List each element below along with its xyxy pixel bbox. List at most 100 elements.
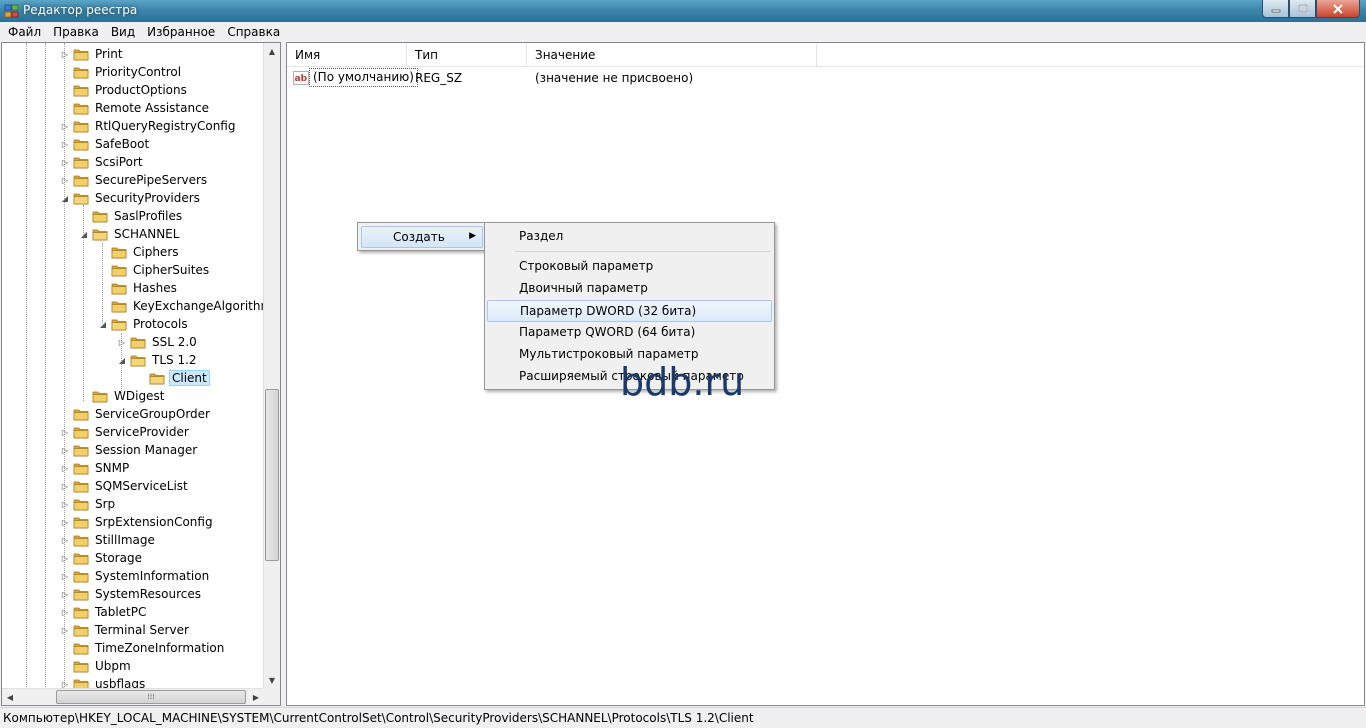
value-name[interactable]: (По умолчанию) <box>309 68 418 87</box>
column-value-header[interactable]: Значение <box>527 43 817 67</box>
tree-item[interactable]: Remote Assistance <box>60 99 211 117</box>
close-button[interactable] <box>1316 0 1360 18</box>
tree-item[interactable]: ▷ SSL 2.0 <box>117 333 199 351</box>
menu-view[interactable]: Вид <box>105 22 141 42</box>
menu-file[interactable]: Файл <box>2 22 47 42</box>
maximize-button[interactable] <box>1289 0 1316 18</box>
submenu-item-label: Мультистроковый параметр <box>519 347 699 361</box>
tree-item-label: ProductOptions <box>95 83 187 97</box>
tree-item[interactable]: PriorityControl <box>60 63 183 81</box>
expand-arrow-icon[interactable]: ▷ <box>60 445 70 455</box>
tree-item-label: Storage <box>95 551 142 565</box>
tree-horizontal-scrollbar[interactable]: ◀ ⁞⁞⁞ ▶ <box>2 688 264 705</box>
tree-item[interactable]: Ciphers <box>98 243 181 261</box>
expand-arrow-icon[interactable]: ▷ <box>60 49 70 59</box>
expand-arrow-icon[interactable]: ▷ <box>60 535 70 545</box>
submenu-item-qword[interactable]: Параметр QWORD (64 бита) <box>487 322 772 344</box>
scroll-down-icon[interactable]: ▼ <box>264 672 280 689</box>
menu-item-create[interactable]: Создать ▶ <box>361 226 483 248</box>
tree-item[interactable]: ▷ SystemResources <box>60 585 203 603</box>
expand-arrow-icon[interactable]: ▷ <box>60 625 70 635</box>
minimize-button[interactable] <box>1262 0 1289 18</box>
hscroll-thumb[interactable]: ⁞⁞⁞ <box>56 690 246 704</box>
tree-item[interactable]: TimeZoneInformation <box>60 639 226 657</box>
folder-icon <box>73 517 89 529</box>
tree-item[interactable]: ◢ Protocols <box>98 315 190 333</box>
expand-arrow-icon[interactable]: ▷ <box>60 589 70 599</box>
tree-item-label: Protocols <box>133 317 188 331</box>
column-type-header[interactable]: Тип <box>407 43 527 67</box>
tree-item-label: ServiceProvider <box>95 425 189 439</box>
tree-item[interactable]: Hashes <box>98 279 179 297</box>
expand-arrow-icon[interactable]: ▷ <box>60 463 70 473</box>
tree-item[interactable]: ▷ SQMServiceList <box>60 477 190 495</box>
menu-favorites[interactable]: Избранное <box>141 22 221 42</box>
tree-item-label: SSL 2.0 <box>152 335 197 349</box>
tree-item[interactable]: Client <box>136 369 210 387</box>
scroll-up-icon[interactable]: ▲ <box>264 43 280 60</box>
tree-item[interactable]: ▷ ScsiPort <box>60 153 145 171</box>
column-name-header[interactable]: Имя <box>287 43 407 67</box>
tree-item[interactable]: SaslProfiles <box>79 207 184 225</box>
folder-icon <box>92 229 108 241</box>
values-list[interactable]: Имя Тип Значение ab (По умолчанию) REG_S… <box>286 42 1365 706</box>
tree-item-label: SCHANNEL <box>114 227 180 241</box>
tree-item[interactable]: ▷ SystemInformation <box>60 567 211 585</box>
tree-item-label: SystemResources <box>95 587 202 601</box>
submenu-item-dword[interactable]: Параметр DWORD (32 бита) <box>487 300 772 322</box>
string-value-icon: ab <box>293 71 309 85</box>
expand-arrow-icon[interactable]: ▷ <box>60 571 70 581</box>
tree-item[interactable]: ▷ Session Manager <box>60 441 199 459</box>
submenu-item-key[interactable]: Раздел <box>487 226 772 248</box>
scroll-left-icon[interactable]: ◀ <box>2 689 18 705</box>
tree-item[interactable]: CipherSuites <box>98 261 211 279</box>
tree-item[interactable]: ◢ TLS 1.2 <box>117 351 199 369</box>
tree-item[interactable]: ▷ Srp <box>60 495 117 513</box>
expand-arrow-icon[interactable]: ▷ <box>117 337 127 347</box>
tree-item[interactable]: ▷ SrpExtensionConfig <box>60 513 215 531</box>
collapse-arrow-icon[interactable]: ◢ <box>117 355 127 365</box>
tree-item[interactable]: WDigest <box>79 387 166 405</box>
registry-tree[interactable]: ▷ Print PriorityControl ProductOptions R… <box>1 42 281 706</box>
expand-arrow-icon[interactable]: ▷ <box>60 517 70 527</box>
submenu-item-string[interactable]: Строковый параметр <box>487 256 772 278</box>
expand-arrow-icon[interactable]: ▷ <box>60 427 70 437</box>
expand-arrow-icon[interactable]: ▷ <box>60 553 70 563</box>
tree-item[interactable]: ServiceGroupOrder <box>60 405 212 423</box>
folder-icon <box>73 445 89 457</box>
tree-vertical-scrollbar[interactable]: ▲ ▼ <box>263 43 280 689</box>
folder-icon <box>73 553 89 565</box>
expand-arrow-icon[interactable]: ▷ <box>60 607 70 617</box>
tree-item[interactable]: ▷ ServiceProvider <box>60 423 191 441</box>
expand-arrow-icon[interactable]: ▷ <box>60 121 70 131</box>
expand-arrow-icon[interactable]: ▷ <box>60 499 70 509</box>
tree-item[interactable]: ▷ Storage <box>60 549 144 567</box>
tree-item[interactable]: ▷ SecurePipeServers <box>60 171 209 189</box>
collapse-arrow-icon[interactable]: ◢ <box>98 319 108 329</box>
scroll-right-icon[interactable]: ▶ <box>248 689 264 705</box>
tree-item[interactable]: Ubpm <box>60 657 133 675</box>
expand-arrow-icon[interactable]: ▷ <box>60 175 70 185</box>
collapse-arrow-icon[interactable]: ◢ <box>79 229 89 239</box>
tree-item[interactable]: ▷ SNMP <box>60 459 131 477</box>
tree-item[interactable]: ProductOptions <box>60 81 189 99</box>
tree-item[interactable]: ◢ SecurityProviders <box>60 189 202 207</box>
expand-arrow-icon[interactable]: ▷ <box>60 139 70 149</box>
tree-item[interactable]: ▷ RtlQueryRegistryConfig <box>60 117 237 135</box>
tree-item[interactable]: ▷ Terminal Server <box>60 621 191 639</box>
menu-help[interactable]: Справка <box>221 22 286 42</box>
tree-item[interactable]: KeyExchangeAlgorithms <box>98 297 280 315</box>
submenu-item-binary[interactable]: Двоичный параметр <box>487 278 772 300</box>
scroll-thumb[interactable] <box>265 389 279 561</box>
menu-edit[interactable]: Правка <box>47 22 105 42</box>
tree-item[interactable]: ▷ SafeBoot <box>60 135 151 153</box>
expand-arrow-icon[interactable]: ▷ <box>60 157 70 167</box>
tree-item[interactable]: ◢ SCHANNEL <box>79 225 181 243</box>
expand-arrow-icon[interactable]: ▷ <box>60 481 70 491</box>
tree-item[interactable]: ▷ Print <box>60 45 125 63</box>
list-row[interactable]: ab (По умолчанию) REG_SZ (значение не пр… <box>287 68 1364 88</box>
collapse-arrow-icon[interactable]: ◢ <box>60 193 70 203</box>
tree-item[interactable]: ▷ StillImage <box>60 531 157 549</box>
tree-item[interactable]: ▷ TabletPC <box>60 603 148 621</box>
